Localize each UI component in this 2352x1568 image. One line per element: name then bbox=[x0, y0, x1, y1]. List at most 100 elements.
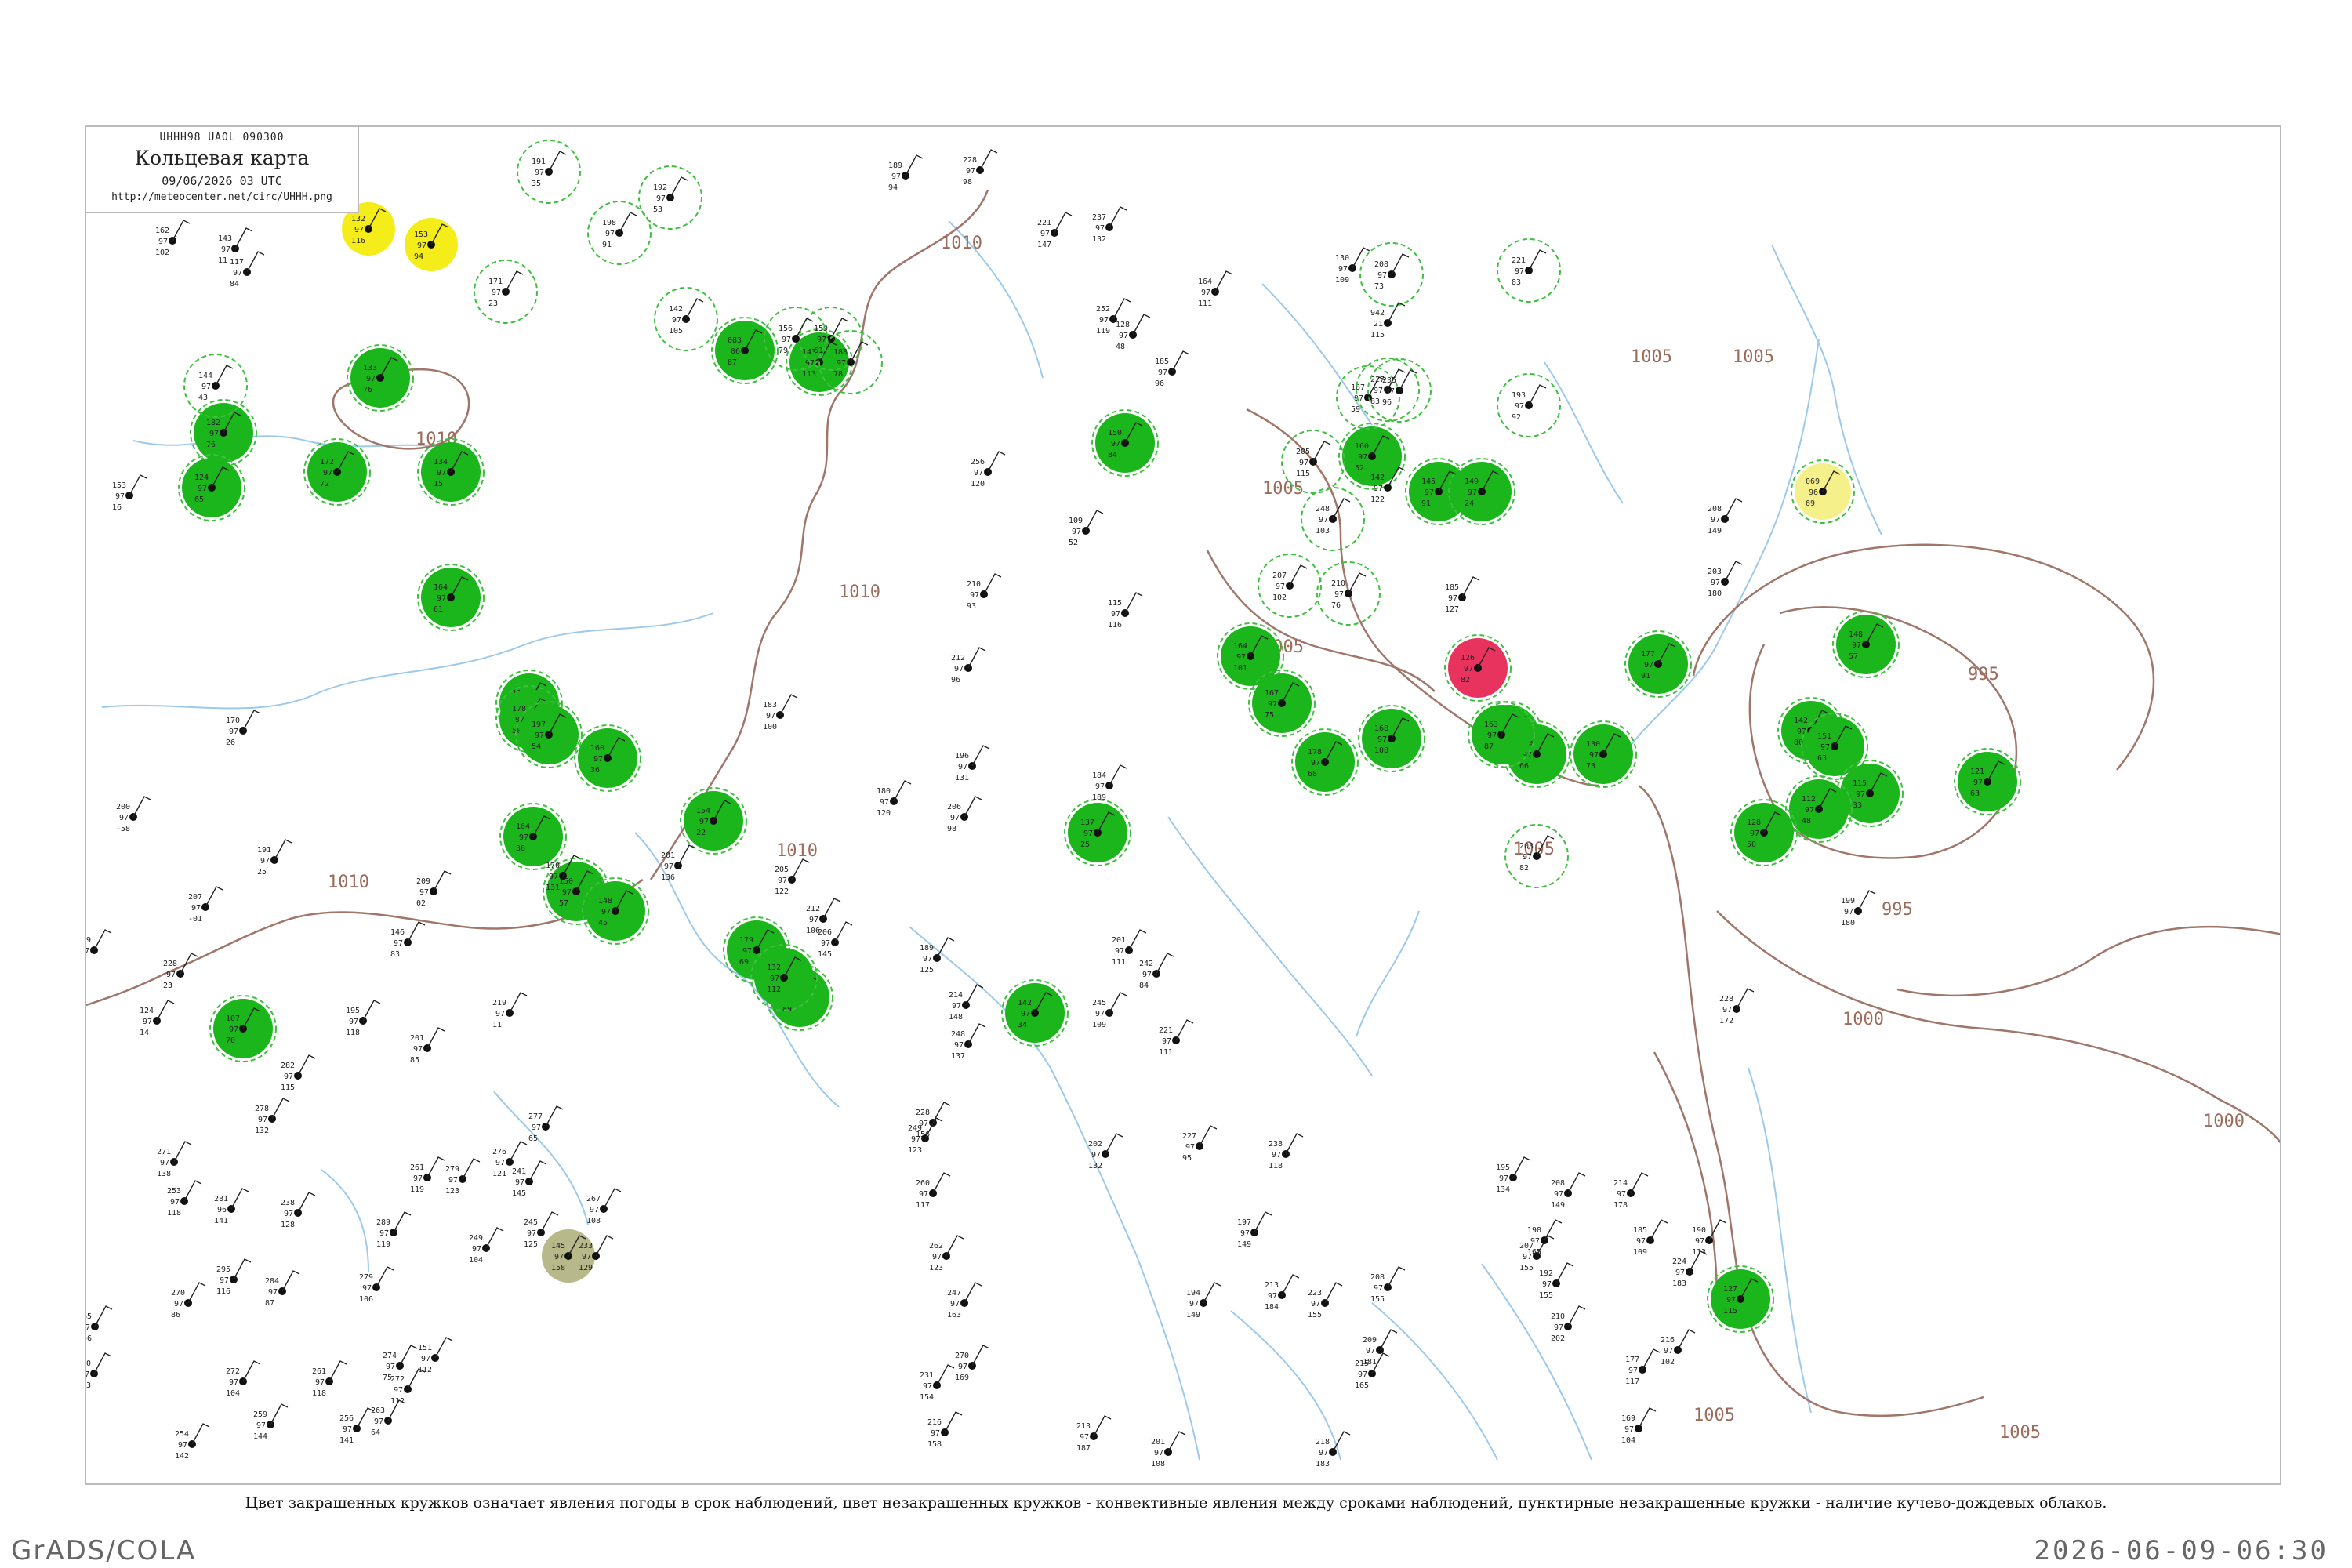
wind-barb bbox=[936, 1364, 955, 1386]
station-dewpoint: 94 bbox=[414, 252, 423, 261]
station-temperature: 197 bbox=[532, 720, 546, 729]
station-dewpoint: 35 bbox=[532, 180, 541, 188]
station-dewpoint: 96 bbox=[1155, 379, 1164, 388]
wind-barb bbox=[983, 573, 1002, 595]
station-dewpoint: 75 bbox=[1265, 711, 1274, 720]
station-plain: 253 97 118 bbox=[167, 1180, 202, 1218]
station-dewpoint: 118 bbox=[167, 1209, 181, 1218]
station-dewpoint: 119 bbox=[1096, 327, 1110, 336]
station-temperature: 201 bbox=[1151, 1438, 1165, 1446]
station-temperature: 221 bbox=[1037, 219, 1051, 227]
station-dewpoint: 85 bbox=[410, 1056, 419, 1065]
station-dewpoint: 180 bbox=[1708, 590, 1722, 598]
station-temperature: 207 bbox=[188, 893, 202, 902]
station-filled-green: 149 97 24 bbox=[1448, 458, 1515, 525]
station-filled-green: 121 97 63 bbox=[1954, 748, 2021, 815]
station-pressure: 97 bbox=[1095, 782, 1105, 791]
wind-barb bbox=[281, 1270, 300, 1292]
station-ring: 198 97 91 bbox=[587, 201, 652, 265]
wind-barb bbox=[246, 251, 265, 273]
wind-barb bbox=[215, 365, 234, 387]
station-pressure: 97 bbox=[1675, 1269, 1685, 1277]
wind-barb bbox=[1512, 1156, 1531, 1178]
station-pressure: 97 bbox=[1115, 947, 1124, 956]
station-dewpoint: 24 bbox=[1465, 499, 1474, 508]
station-dewpoint: 96 bbox=[1382, 398, 1392, 407]
isobar-labels: 1010 1010 1010 1010 1010 1005 1005 1005 … bbox=[328, 234, 2245, 1443]
station-plain: 224 97 183 bbox=[1672, 1250, 1708, 1288]
station-temperature: 201 bbox=[1112, 936, 1126, 945]
station-temperature: 178 bbox=[1308, 748, 1322, 757]
station-ring: 191 97 35 bbox=[517, 140, 581, 204]
station-pressure: 97 bbox=[495, 1010, 505, 1018]
map-url[interactable]: http://meteocenter.net/circ/UHHH.png bbox=[86, 191, 358, 203]
station-plain: 130 97 109 bbox=[1335, 247, 1370, 285]
station-plain: 256 97 120 bbox=[971, 451, 1006, 488]
wind-barb bbox=[936, 937, 955, 959]
footer-timestamp: 2026-06-09-06:30 bbox=[2034, 1535, 2328, 1566]
station-dewpoint: 52 bbox=[1355, 464, 1364, 473]
wind-barb bbox=[545, 1105, 564, 1127]
station-pressure: 97 bbox=[1542, 1280, 1552, 1289]
station-plain: 265 97 146 bbox=[86, 1305, 113, 1343]
station-pressure: 97 bbox=[535, 731, 544, 740]
station-temperature: 154 bbox=[696, 807, 710, 815]
station-temperature: 256 bbox=[339, 1414, 354, 1423]
station-plain: 279 97 106 bbox=[359, 1266, 394, 1304]
wind-barb bbox=[297, 1192, 316, 1214]
station-temperature: 194 bbox=[1186, 1289, 1200, 1298]
isobar-label: 1000 bbox=[1842, 1010, 1884, 1029]
station-plain: 213 97 187 bbox=[1076, 1415, 1112, 1453]
station-pressure: 97 bbox=[1021, 1010, 1030, 1018]
station-pressure: 97 bbox=[1695, 1237, 1704, 1246]
wind-barb bbox=[271, 1098, 290, 1120]
station-filled-green: 150 97 84 bbox=[1091, 409, 1159, 477]
station-plain: 248 97 137 bbox=[951, 1023, 986, 1061]
station-dewpoint: 87 bbox=[1484, 742, 1494, 751]
station-pressure: 97 bbox=[366, 375, 376, 383]
station-temperature: 171 bbox=[488, 278, 503, 286]
station-temperature: 205 bbox=[775, 866, 789, 874]
station-plain: 124 97 14 bbox=[140, 1000, 175, 1037]
wind-barb bbox=[1857, 890, 1876, 912]
station-plain: 203 97 180 bbox=[1708, 561, 1743, 598]
station-pressure: 97 bbox=[770, 975, 779, 983]
station-dewpoint: 104 bbox=[1621, 1436, 1635, 1445]
station-dewpoint: 178 bbox=[1613, 1201, 1628, 1210]
station-pressure: 97 bbox=[437, 469, 446, 477]
station-dewpoint: 120 bbox=[877, 809, 891, 818]
station-plain: 208 97 149 bbox=[1708, 498, 1743, 535]
station-dewpoint: 129 bbox=[579, 1264, 593, 1272]
wind-barb bbox=[1109, 206, 1127, 228]
station-filled-green: 160 97 36 bbox=[574, 724, 641, 792]
station-filled-green: 154 97 22 bbox=[680, 787, 747, 855]
wind-barb bbox=[1724, 498, 1743, 520]
station-temperature: 128 bbox=[1116, 321, 1130, 329]
station-dewpoint: 45 bbox=[598, 919, 608, 927]
station-pressure: 97 bbox=[1119, 332, 1128, 340]
station-plain: 259 97 144 bbox=[253, 1403, 289, 1441]
station-plain: 189 97 94 bbox=[888, 154, 924, 192]
station-dewpoint: -58 bbox=[116, 825, 130, 833]
wind-barb bbox=[173, 1141, 192, 1163]
station-pressure: 97 bbox=[260, 857, 270, 866]
station-pressure: 97 bbox=[495, 1159, 505, 1167]
wind-barb bbox=[191, 1423, 210, 1445]
station-pressure: 97 bbox=[1319, 1449, 1328, 1457]
station-pressure: 97 bbox=[354, 226, 364, 234]
station-temperature: 169 bbox=[1621, 1414, 1635, 1423]
station-pressure: 97 bbox=[1236, 653, 1246, 662]
station-temperature: 200 bbox=[116, 803, 130, 811]
station-dewpoint: 48 bbox=[1802, 817, 1811, 826]
wind-barb bbox=[505, 270, 524, 292]
station-filled-green: 172 97 72 bbox=[303, 438, 371, 506]
station-temperature: 231 bbox=[920, 1371, 934, 1380]
station-dewpoint: 136 bbox=[661, 873, 675, 882]
station-temperature: 241 bbox=[512, 1167, 526, 1176]
station-dewpoint: 184 bbox=[1265, 1303, 1279, 1312]
station-plain: 277 97 65 bbox=[528, 1105, 564, 1143]
station-dewpoint: 119 bbox=[376, 1240, 390, 1249]
wind-barb bbox=[1379, 1329, 1398, 1351]
station-pressure: 97 bbox=[549, 873, 558, 881]
station-pressure: 97 bbox=[1385, 387, 1395, 396]
